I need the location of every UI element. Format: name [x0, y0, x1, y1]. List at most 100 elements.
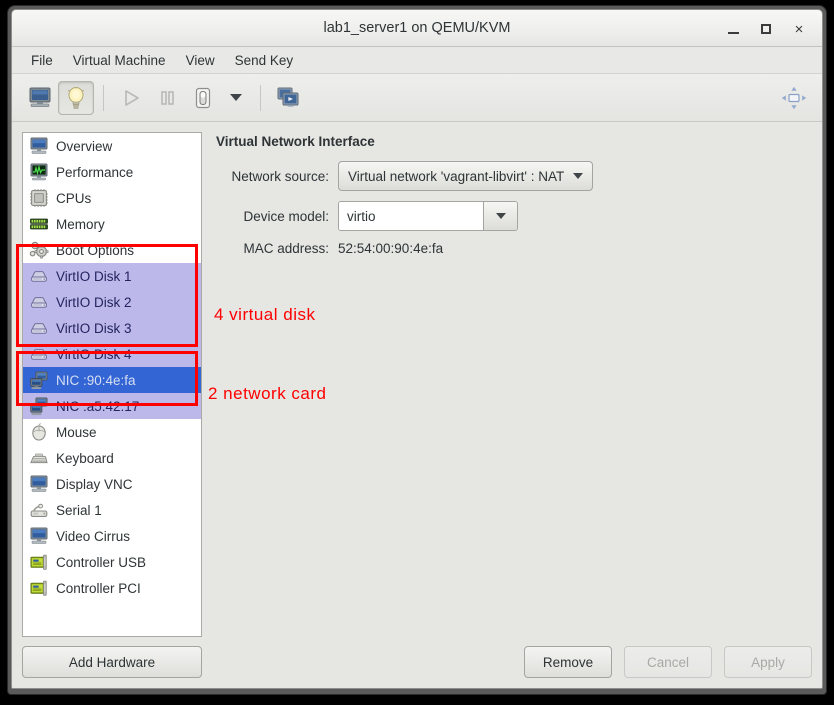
sidebar-item-nic-90-4e-fa[interactable]: NIC :90:4e:fa	[23, 367, 201, 393]
sidebar-item-performance[interactable]: Performance	[23, 159, 201, 185]
device-model-combobox[interactable]: virtio	[338, 201, 518, 231]
sidebar-item-label: VirtIO Disk 4	[56, 346, 132, 362]
sidebar-item-boot-options[interactable]: Boot Options	[23, 237, 201, 263]
sidebar-item-label: Controller USB	[56, 554, 147, 570]
shutdown-options-button[interactable]	[221, 94, 251, 101]
menu-virtual-machine[interactable]: Virtual Machine	[64, 49, 175, 72]
network-source-value: Virtual network 'vagrant-libvirt' : NAT	[348, 168, 565, 184]
sidebar-item-label: VirtIO Disk 2	[56, 294, 132, 310]
graph-icon	[29, 162, 49, 182]
sidebar-item-label: Video Cirrus	[56, 528, 131, 544]
graph-icon	[30, 163, 48, 181]
gears-icon	[29, 241, 49, 259]
pci-card-icon	[29, 552, 49, 572]
sidebar-item-label: Overview	[56, 138, 113, 154]
run-vm-button[interactable]	[113, 81, 149, 115]
apply-button[interactable]: Apply	[724, 646, 812, 678]
network-source-combobox[interactable]: Virtual network 'vagrant-libvirt' : NAT	[338, 161, 594, 191]
sidebar-item-keyboard[interactable]: Keyboard	[23, 445, 201, 471]
sidebar-item-label: VirtIO Disk 1	[56, 268, 132, 284]
maximize-button[interactable]	[755, 18, 777, 40]
play-icon	[125, 89, 139, 106]
sidebar-item-controller-pci[interactable]: Controller PCI	[23, 575, 201, 601]
detail-panel: Virtual Network Interface Network source…	[202, 132, 812, 678]
sidebar-item-nic-a5-42-17[interactable]: NIC :a5:42:17	[23, 393, 201, 419]
power-icon	[195, 87, 211, 108]
shutdown-vm-button[interactable]	[185, 81, 221, 115]
minimize-button[interactable]	[722, 18, 744, 40]
disk-icon	[29, 344, 49, 364]
pci-card-icon	[29, 578, 49, 598]
nic-icon	[29, 370, 49, 390]
sidebar-item-virtio-disk-1[interactable]: VirtIO Disk 1	[23, 263, 201, 289]
network-source-row: Network source: Virtual network 'vagrant…	[216, 161, 812, 191]
sidebar-item-label: Serial 1	[56, 502, 102, 518]
footer-buttons: Remove Cancel Apply	[22, 646, 812, 678]
menubar: File Virtual Machine View Send Key	[12, 47, 822, 74]
sidebar-item-virtio-disk-3[interactable]: VirtIO Disk 3	[23, 315, 201, 341]
minimize-icon	[727, 32, 739, 34]
monitor-icon	[29, 136, 49, 156]
mac-address-row: MAC address: 52:54:00:90:4e:fa	[216, 241, 812, 256]
menu-send-key[interactable]: Send Key	[226, 49, 303, 72]
maximize-icon	[761, 24, 771, 34]
cancel-button[interactable]: Cancel	[624, 646, 712, 678]
sidebar-item-overview[interactable]: Overview	[23, 133, 201, 159]
body-area: Overview Performance CPUs Memory Boot Option…	[12, 122, 822, 688]
sidebar-item-video-cirrus[interactable]: Video Cirrus	[23, 523, 201, 549]
monitor-icon	[30, 527, 48, 544]
pci-card-icon	[30, 554, 47, 570]
device-model-row: Device model: virtio	[216, 201, 812, 231]
toolbar-separator-2	[260, 84, 261, 111]
manage-snapshots-button[interactable]	[270, 81, 306, 115]
nic-icon	[29, 396, 49, 416]
remove-button[interactable]: Remove	[524, 646, 612, 678]
monitor-icon	[30, 475, 48, 492]
show-console-view-button[interactable]	[22, 81, 58, 115]
monitor-icon	[29, 474, 49, 494]
sidebar-item-label: VirtIO Disk 3	[56, 320, 132, 336]
sidebar-item-virtio-disk-4[interactable]: VirtIO Disk 4	[23, 341, 201, 367]
device-model-dropdown-button[interactable]	[483, 202, 517, 230]
sidebar-item-virtio-disk-2[interactable]: VirtIO Disk 2	[23, 289, 201, 315]
hardware-sidebar: Overview Performance CPUs Memory Boot Option…	[22, 132, 202, 678]
sidebar-item-cpus[interactable]: CPUs	[23, 185, 201, 211]
nic-icon	[30, 371, 48, 390]
device-model-input[interactable]: virtio	[339, 202, 483, 230]
disk-icon	[31, 297, 47, 308]
keyboard-icon	[29, 448, 49, 468]
panel-title: Virtual Network Interface	[216, 134, 375, 149]
mac-address-label: MAC address:	[243, 241, 329, 256]
cpu-icon	[29, 188, 49, 208]
sidebar-item-label: NIC :90:4e:fa	[56, 372, 136, 388]
show-details-view-button[interactable]	[58, 80, 94, 115]
annotation-nics-note: 2 network card	[208, 384, 327, 403]
sidebar-item-serial-1[interactable]: Serial 1	[23, 497, 201, 523]
titlebar: lab1_server1 on QEMU/KVM ×	[12, 10, 822, 47]
device-model-label: Device model:	[243, 208, 329, 224]
sidebar-item-label: Boot Options	[56, 242, 135, 258]
fullscreen-icon	[781, 86, 807, 109]
fullscreen-toggle-button[interactable]	[776, 81, 812, 115]
sidebar-item-controller-usb[interactable]: Controller USB	[23, 549, 201, 575]
close-button[interactable]: ×	[788, 18, 810, 40]
sidebar-item-label: Controller PCI	[56, 580, 141, 596]
sidebar-item-display-vnc[interactable]: Display VNC	[23, 471, 201, 497]
chevron-down-icon	[495, 213, 506, 219]
annotation-disks-note: 4 virtual disk	[214, 305, 316, 324]
pause-vm-button[interactable]	[149, 81, 185, 115]
serial-icon	[30, 503, 48, 517]
menu-file[interactable]: File	[22, 49, 62, 72]
disk-icon	[31, 271, 47, 282]
disk-icon	[29, 292, 49, 312]
chevron-down-icon	[230, 94, 242, 101]
sidebar-item-label: Performance	[56, 164, 134, 180]
disk-icon	[29, 266, 49, 286]
sidebar-item-memory[interactable]: Memory	[23, 211, 201, 237]
toolbar-separator	[103, 84, 104, 111]
menu-view[interactable]: View	[177, 49, 224, 72]
mouse-icon	[29, 422, 49, 442]
hardware-list[interactable]: Overview Performance CPUs Memory Boot Option…	[22, 132, 202, 637]
network-source-label: Network source:	[231, 168, 329, 184]
sidebar-item-mouse[interactable]: Mouse	[23, 419, 201, 445]
